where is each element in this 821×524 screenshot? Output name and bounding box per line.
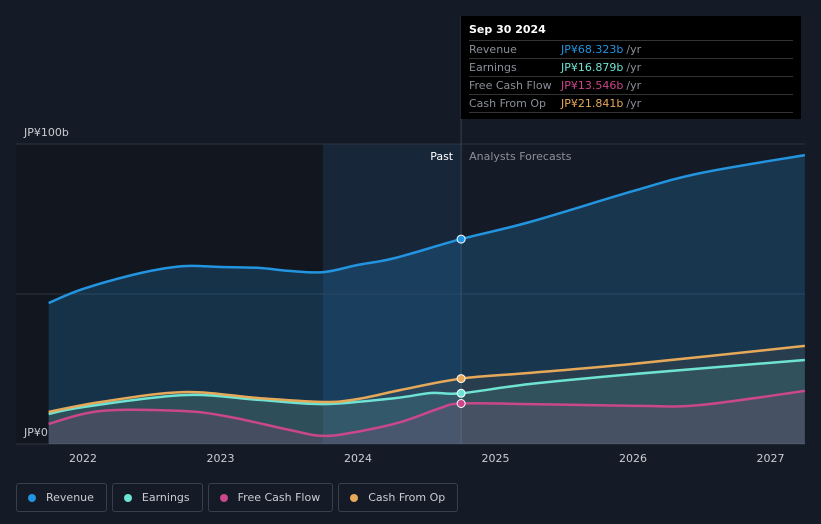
marker — [456, 399, 466, 408]
legend-label: Earnings — [141, 491, 190, 504]
tooltip-unit: /yr — [626, 97, 642, 110]
legend-dot-icon — [350, 493, 359, 502]
x-tick-label: 2026 — [619, 452, 647, 465]
forecast-label: Analysts Forecasts — [469, 150, 572, 163]
tooltip-label: Cash From Op — [469, 97, 547, 110]
legend: Revenue Earnings Free Cash Flow Cash From O… — [16, 483, 459, 512]
tooltip-value: JP¥13.546b — [561, 79, 624, 92]
legend-label: Cash From Op — [368, 491, 446, 504]
tooltip-value: JP¥21.841b — [561, 97, 624, 110]
legend-item-free-cash-flow[interactable]: Free Cash Flow — [207, 483, 334, 512]
tooltip-row: Free Cash Flow JP¥13.546b/yr — [469, 76, 793, 94]
tooltip-value: JP¥68.323b — [561, 43, 624, 56]
legend-dot-icon — [219, 493, 228, 502]
y-tick-label: JP¥100b — [23, 126, 69, 139]
tooltip-unit: /yr — [626, 79, 642, 92]
legend-dot-icon — [123, 493, 132, 502]
x-tick-label: 2025 — [482, 452, 510, 465]
y-tick-label: JP¥0 — [23, 426, 48, 439]
marker — [456, 388, 466, 398]
tooltip-row: Earnings JP¥16.879b/yr — [469, 58, 793, 76]
tooltip-unit: /yr — [626, 61, 642, 74]
marker — [456, 234, 466, 244]
x-tick-label: 2027 — [757, 452, 785, 465]
legend-dot-icon — [28, 493, 36, 502]
tooltip-label: Revenue — [469, 43, 517, 56]
tooltip-value: JP¥16.879b — [561, 61, 624, 74]
marker — [456, 374, 466, 384]
x-tick-label: 2023 — [207, 452, 235, 465]
legend-item-cash-from-op[interactable]: Cash From Op — [338, 483, 459, 512]
legend-item-earnings[interactable]: Earnings — [111, 483, 203, 512]
tooltip-row: Cash From Op JP¥21.841b/yr — [469, 94, 793, 113]
past-label: Past — [430, 150, 454, 163]
legend-label: Revenue — [46, 491, 94, 504]
legend-item-revenue[interactable]: Revenue — [16, 483, 107, 512]
tooltip-row: Revenue JP¥68.323b/yr — [469, 40, 793, 58]
tooltip-label: Earnings — [469, 61, 517, 74]
x-tick-label: 2024 — [344, 452, 372, 465]
tooltip: Sep 30 2024 Revenue JP¥68.323b/yr Earnings… — [461, 16, 801, 119]
tooltip-date: Sep 30 2024 — [469, 23, 546, 36]
legend-label: Free Cash Flow — [237, 491, 321, 504]
x-tick-label: 2022 — [69, 452, 97, 465]
tooltip-label: Free Cash Flow — [469, 79, 552, 92]
tooltip-unit: /yr — [626, 43, 642, 56]
